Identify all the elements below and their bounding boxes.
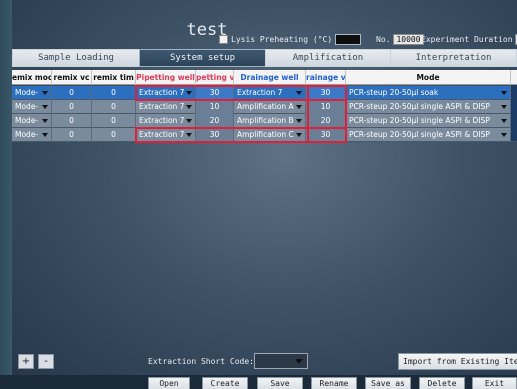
rename-button[interactable]: Rename [311,377,357,389]
pipetting-well-select[interactable]: Extraction 7 [136,86,196,100]
duration-label: Experiment Duration [421,34,513,44]
pipetting-well-select[interactable]: Extraction 7 [136,128,196,142]
preheat-label: Lysis Preheating (°C) [231,34,333,44]
premix-volume[interactable]: 0 [52,100,92,114]
tab-system-setup[interactable]: System setup [139,49,266,67]
app-window: test Lysis Preheating (°C) No. 10000 Exp… [0,0,517,389]
table-row[interactable]: Mode- 0 0 Extraction 7 20 Amplification … [12,114,517,128]
drainage-well-select[interactable]: Amplification C [234,128,306,142]
premix-time[interactable]: 0 [92,86,136,100]
premix-mode-select[interactable]: Mode- [12,100,52,114]
premix-volume[interactable]: 0 [52,86,92,100]
premix-time[interactable]: 0 [92,100,136,114]
premix-time[interactable]: 0 [92,114,136,128]
remove-row-button[interactable]: - [38,354,54,369]
pipetting-well-select[interactable]: Extraction 7 [136,100,196,114]
pipetting-volume[interactable]: 20 [196,114,234,128]
table-row[interactable]: Mode- 0 0 Extraction 7 30 Amplification … [12,128,517,142]
left-margin [0,0,12,389]
experiment-duration: Experiment Duration 0 [421,32,517,46]
delete-button[interactable]: Delete [419,377,465,389]
open-button[interactable]: Open [148,377,190,389]
table-row[interactable]: Mode- 0 0 Extraction 7 30 Extraction 7 3… [12,86,517,100]
premix-mode-select[interactable]: Mode- [12,128,52,142]
premix-volume[interactable]: 0 [52,114,92,128]
add-row-button[interactable]: + [18,354,34,369]
short-code-select[interactable] [254,353,308,369]
preheat-checkbox[interactable] [219,34,228,44]
mode-select[interactable]: PCR-steup 20-50μl single ASPI & DISP [346,128,511,142]
premix-mode-select[interactable]: Mode- [12,114,52,128]
col-mode[interactable]: Mode [346,70,511,85]
tab-sample-loading[interactable]: Sample Loading [12,49,140,67]
mode-select[interactable]: PCR-steup 20-50μl soak [346,86,511,100]
drainage-volume[interactable]: 10 [306,100,346,114]
mode-select[interactable]: PCR-steup 20-50μl single ASPI & DISP [346,100,511,114]
col-drainage-volume[interactable]: rainage v [306,70,346,85]
no-label: No. [376,34,391,44]
preheat-input[interactable] [335,33,362,45]
drainage-volume[interactable]: 20 [306,114,346,128]
tab-bar: Sample Loading System setup Amplificatio… [12,49,517,67]
short-code-label: Extraction Short Code: [148,357,254,366]
tab-interpretation[interactable]: Interpretation [390,49,517,67]
lysis-preheating: Lysis Preheating (°C) [219,32,362,46]
steps-table: emix moc remix vc remix tim Pipetting we… [12,70,517,370]
import-button[interactable]: Import from Existing Item [398,353,517,370]
tab-amplification[interactable]: Amplification [265,49,391,67]
col-premix-time[interactable]: remix tim [92,70,136,85]
pipetting-volume[interactable]: 10 [196,100,234,114]
col-drainage-well[interactable]: Drainage well [234,70,306,85]
mode-select[interactable]: PCR-steup 20-50μl single ASPI & DISP [346,114,511,128]
table-header: emix moc remix vc remix tim Pipetting we… [12,70,517,85]
number-field: No. 10000 [376,32,424,46]
pipetting-well-select[interactable]: Extraction 7 [136,114,196,128]
save-button[interactable]: Save [257,377,303,389]
table-row[interactable]: Mode- 0 0 Extraction 7 10 Amplification … [12,100,517,114]
col-pipetting-well[interactable]: Pipetting well [136,70,196,85]
drainage-volume[interactable]: 30 [306,86,346,100]
save-as-button[interactable]: Save as [365,377,411,389]
pipetting-volume[interactable]: 30 [196,86,234,100]
premix-mode-select[interactable]: Mode- [12,86,52,100]
col-premix-volume[interactable]: remix vc [52,70,92,85]
row-selector-strip [511,85,517,141]
col-pipetting-volume[interactable]: petting v [196,70,234,85]
col-premix-mode[interactable]: emix moc [12,70,52,85]
premix-volume[interactable]: 0 [52,128,92,142]
drainage-well-select[interactable]: Extraction 7 [234,86,306,100]
create-button[interactable]: Create [202,377,248,389]
no-input[interactable]: 10000 [393,33,424,45]
drainage-volume[interactable]: 30 [306,128,346,142]
exit-button[interactable]: Exit [472,377,517,389]
drainage-well-select[interactable]: Amplification A [234,100,306,114]
premix-time[interactable]: 0 [92,128,136,142]
pipetting-volume[interactable]: 30 [196,128,234,142]
drainage-well-select[interactable]: Amplification B [234,114,306,128]
